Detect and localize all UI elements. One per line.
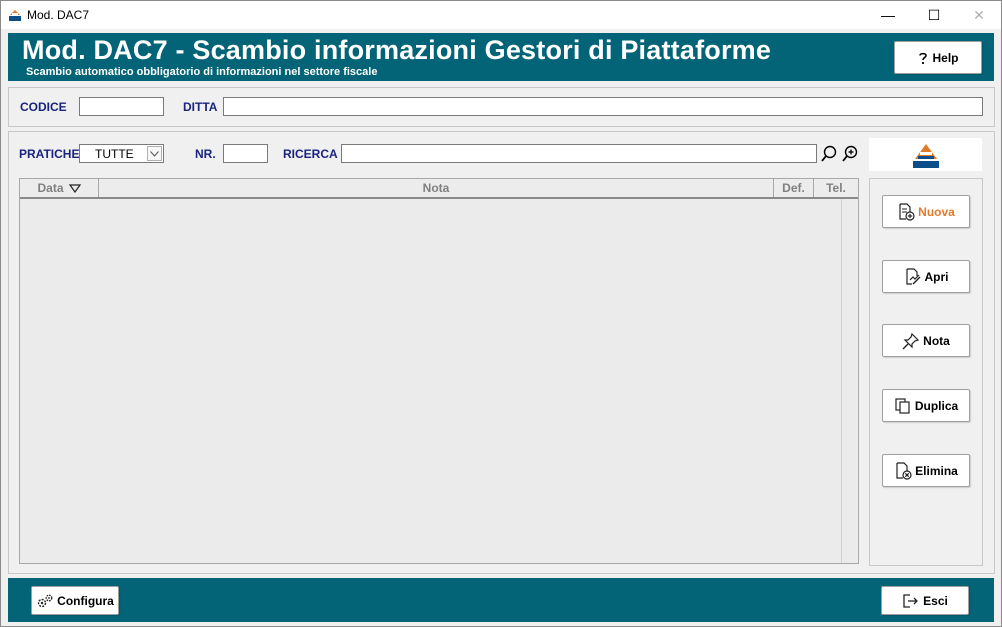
column-nota-label: Nota: [422, 181, 450, 195]
app-header: Mod. DAC7 - Scambio informazioni Gestori…: [8, 33, 994, 81]
chevron-down-icon[interactable]: [147, 146, 162, 161]
column-def[interactable]: Def.: [774, 179, 814, 197]
column-data[interactable]: Data: [20, 179, 99, 197]
column-data-label: Data: [37, 181, 64, 195]
pratiche-select[interactable]: TUTTE: [79, 144, 164, 163]
help-label: Help: [932, 50, 959, 65]
gears-icon: [37, 594, 53, 607]
ditta-input[interactable]: [223, 97, 983, 116]
app-logo-icon: [9, 10, 21, 21]
window-title: Mod. DAC7: [27, 8, 90, 22]
elimina-label: Elimina: [915, 463, 958, 478]
apri-button[interactable]: Apri: [882, 260, 970, 293]
copy-icon: [895, 397, 910, 414]
column-def-label: Def.: [782, 181, 805, 195]
nota-label: Nota: [923, 333, 950, 348]
maximize-icon: ☐: [927, 6, 941, 23]
esci-button[interactable]: Esci: [881, 586, 969, 615]
agenzia-logo-icon: [913, 144, 939, 168]
nr-input[interactable]: [223, 144, 268, 163]
open-document-icon: [905, 267, 920, 285]
app-window: Mod. DAC7 — ☐ ✕ Mod. DAC7 - Scambio info…: [0, 0, 1002, 627]
codice-input[interactable]: [79, 97, 164, 116]
nr-label: NR.: [195, 147, 216, 161]
question-icon: [919, 52, 928, 64]
ditta-label: DITTA: [183, 100, 218, 114]
help-button[interactable]: Help: [894, 41, 982, 74]
pratiche-selected: TUTTE: [95, 147, 134, 161]
pratiche-label: PRATICHE: [19, 147, 80, 161]
exit-icon: [903, 593, 919, 608]
page-subtitle: Scambio automatico obbligatorio di infor…: [26, 66, 378, 78]
duplica-label: Duplica: [914, 398, 959, 413]
new-document-icon: [899, 202, 915, 221]
maximize-button[interactable]: ☐: [911, 1, 957, 29]
nuova-button[interactable]: Nuova: [882, 195, 970, 228]
elimina-button[interactable]: Elimina: [882, 454, 970, 487]
column-tel-label: Tel.: [826, 181, 846, 195]
sort-desc-icon: [68, 183, 81, 193]
delete-document-icon: [896, 461, 912, 480]
title-bar: Mod. DAC7 — ☐ ✕: [1, 1, 1001, 29]
table-scrollbar[interactable]: [841, 199, 858, 563]
minimize-icon: —: [881, 7, 895, 23]
footer-bar: Configura Esci: [8, 578, 994, 622]
esci-label: Esci: [923, 593, 948, 608]
page-title: Mod. DAC7 - Scambio informazioni Gestori…: [22, 35, 772, 65]
close-button[interactable]: ✕: [956, 1, 1002, 29]
pin-icon: [902, 332, 920, 349]
ricerca-input[interactable]: [341, 144, 817, 163]
actions-panel: Nuova Apri Nota Duplica Elimina: [869, 178, 983, 566]
close-icon: ✕: [973, 6, 985, 23]
codice-label: CODICE: [20, 100, 67, 114]
ricerca-label: RICERCA: [283, 147, 338, 161]
practices-table[interactable]: Data Nota Def. Tel.: [19, 178, 859, 564]
column-tel[interactable]: Tel.: [814, 179, 858, 197]
apri-label: Apri: [924, 269, 949, 284]
company-panel: CODICE DITTA: [8, 87, 995, 127]
table-header: Data Nota Def. Tel.: [20, 179, 858, 199]
column-nota[interactable]: Nota: [99, 179, 774, 197]
nuova-label: Nuova: [918, 204, 955, 219]
zoom-in-icon[interactable]: [841, 145, 859, 163]
nota-button[interactable]: Nota: [882, 324, 970, 357]
minimize-button[interactable]: —: [865, 1, 911, 29]
configura-label: Configura: [57, 593, 114, 608]
logo-area: [869, 138, 982, 171]
duplica-button[interactable]: Duplica: [882, 389, 970, 422]
configura-button[interactable]: Configura: [31, 586, 119, 615]
search-icon[interactable]: [820, 145, 838, 163]
